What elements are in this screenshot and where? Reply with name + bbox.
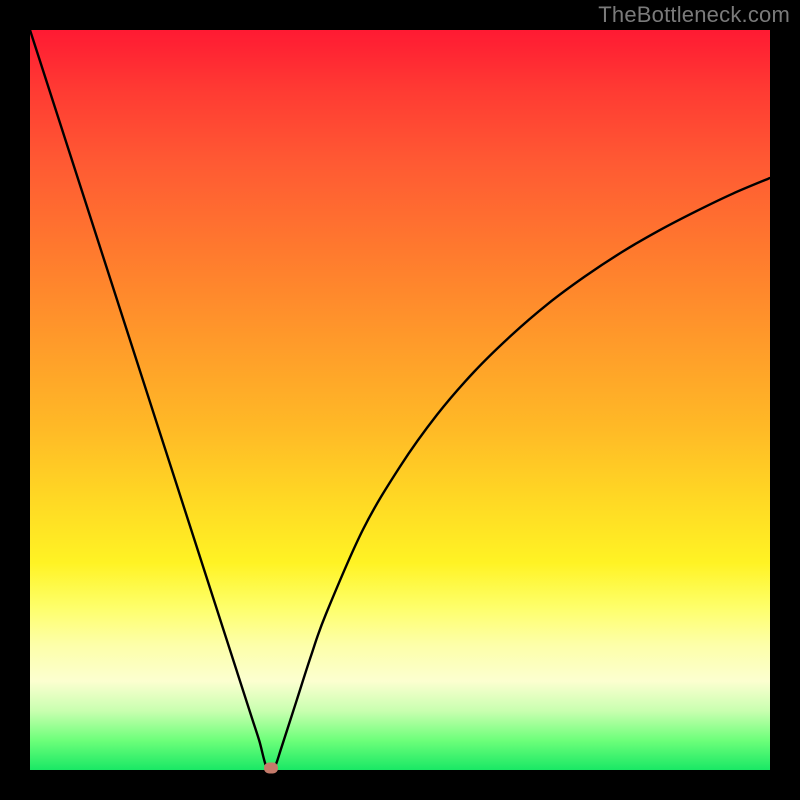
watermark-text: TheBottleneck.com: [598, 2, 790, 28]
chart-frame: TheBottleneck.com: [0, 0, 800, 800]
curve-svg: [30, 30, 770, 770]
plot-area: [30, 30, 770, 770]
bottleneck-curve: [30, 30, 770, 771]
optimal-point-marker: [264, 762, 278, 773]
